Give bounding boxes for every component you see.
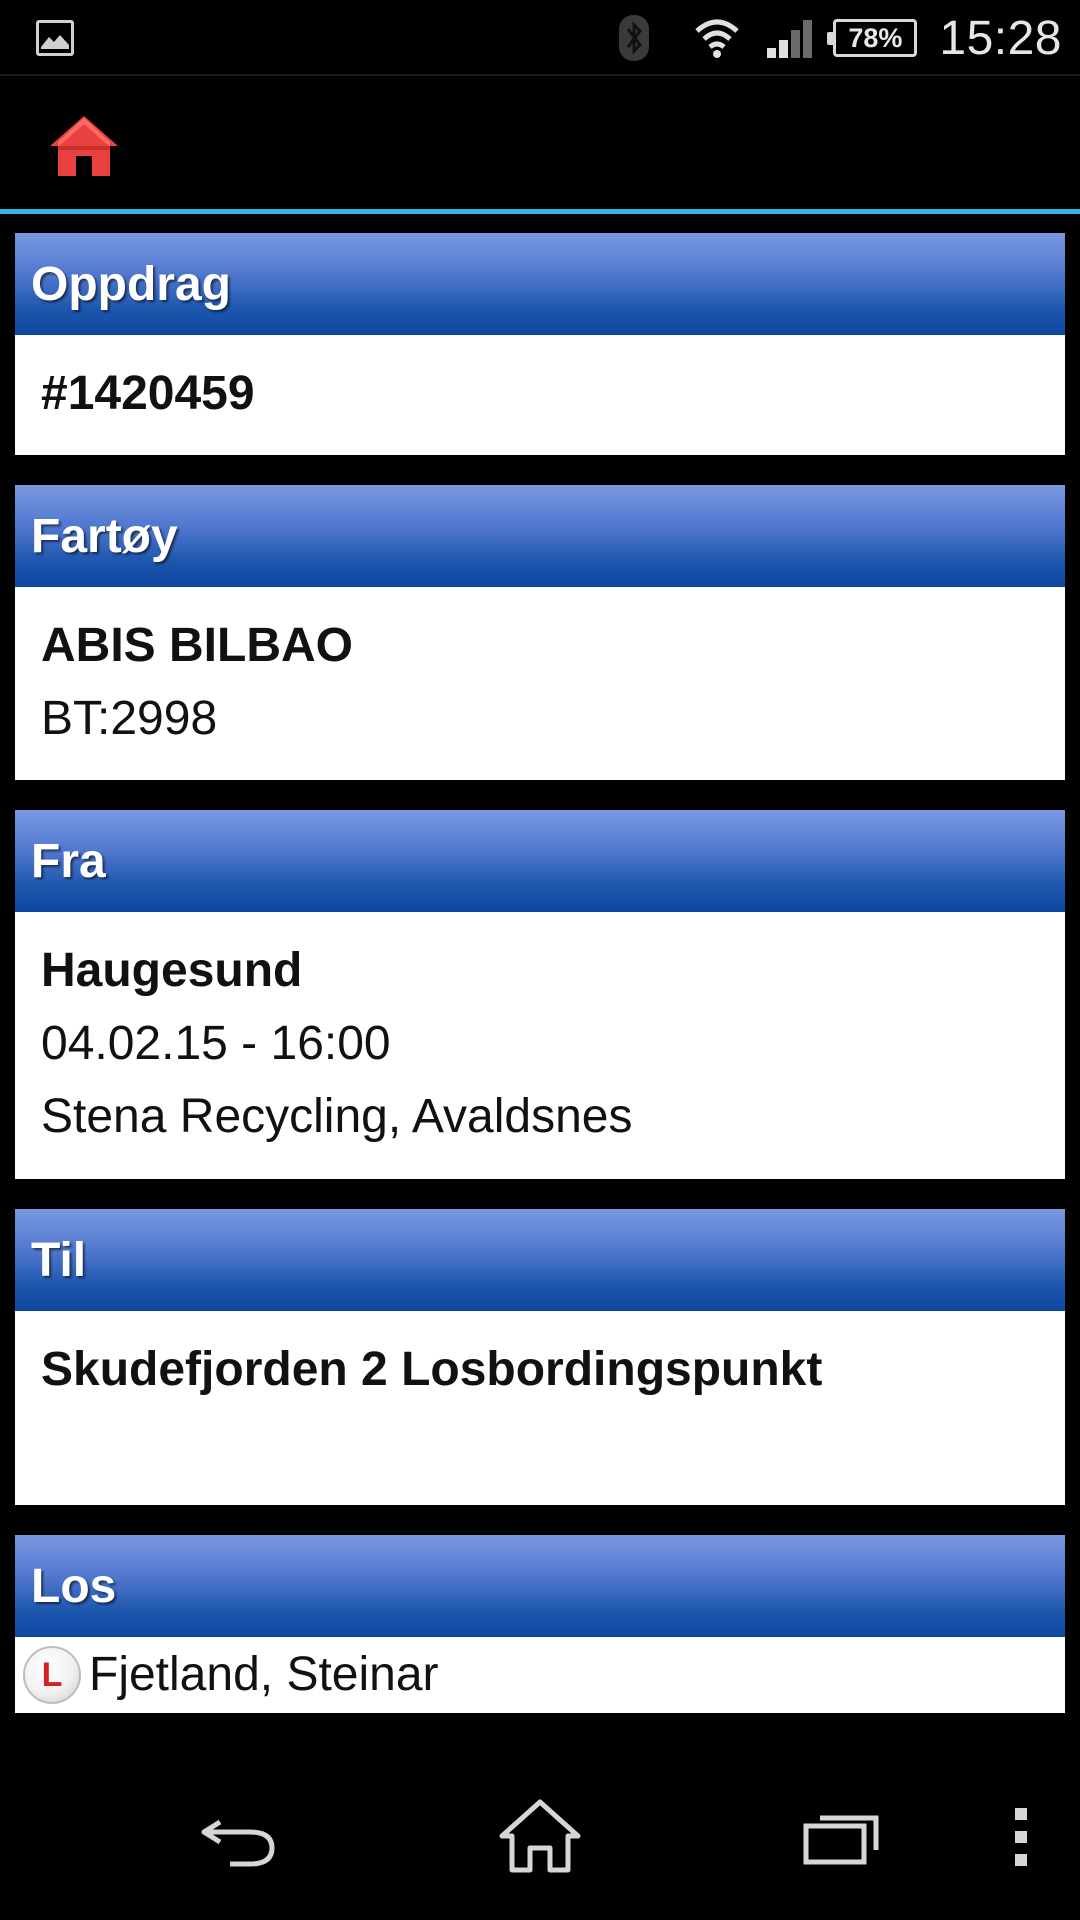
to-location: Skudefjorden 2 Losbordingspunkt <box>41 1343 823 1396</box>
section-fartoy: Fartøy ABIS BILBAO BT:2998 <box>15 485 1065 780</box>
action-bar <box>0 78 1080 214</box>
pilot-row[interactable]: L Fjetland, Steinar <box>15 1637 1065 1713</box>
pilot-name: Fjetland, Steinar <box>89 1648 439 1701</box>
from-location: Haugesund <box>41 944 303 997</box>
gallery-icon <box>36 20 74 56</box>
section-oppdrag: Oppdrag #1420459 <box>15 233 1065 455</box>
recent-apps-icon[interactable] <box>802 1808 882 1866</box>
pilot-badge-letter: L <box>41 1656 63 1694</box>
navigation-bar <box>0 1752 1080 1920</box>
section-header-fartoy: Fartøy <box>15 485 1065 587</box>
from-datetime: 04.02.15 - 16:00 <box>41 1017 391 1070</box>
menu-icon[interactable] <box>1010 1804 1032 1870</box>
section-body-til[interactable]: Skudefjorden 2 Losbordingspunkt <box>15 1311 1065 1505</box>
home-nav-icon[interactable] <box>498 1798 582 1874</box>
pilot-badge-icon: L <box>23 1646 81 1704</box>
bluetooth-icon <box>619 15 650 61</box>
battery-percent: 78% <box>848 22 903 53</box>
signal-icon <box>767 20 813 58</box>
section-body-fartoy[interactable]: ABIS BILBAO BT:2998 <box>15 587 1065 780</box>
section-los: Los L Fjetland, Steinar <box>15 1535 1065 1713</box>
battery-icon: 78% <box>827 19 918 57</box>
section-header-los: Los <box>15 1535 1065 1637</box>
section-fra: Fra Haugesund 04.02.15 - 16:00 Stena Rec… <box>15 810 1065 1179</box>
home-icon[interactable] <box>48 114 120 178</box>
status-bar: 78% 15:28 <box>0 0 1080 76</box>
assignment-number: #1420459 <box>41 367 255 420</box>
section-header-oppdrag: Oppdrag <box>15 233 1065 335</box>
section-header-til: Til <box>15 1209 1065 1311</box>
vessel-name: ABIS BILBAO <box>41 619 353 672</box>
section-header-fra: Fra <box>15 810 1065 912</box>
wifi-icon <box>695 19 740 58</box>
back-icon[interactable] <box>200 1810 280 1870</box>
from-place: Stena Recycling, Avaldsnes <box>41 1090 633 1143</box>
section-til: Til Skudefjorden 2 Losbordingspunkt <box>15 1209 1065 1505</box>
vessel-tonnage: BT:2998 <box>41 692 218 745</box>
section-body-oppdrag[interactable]: #1420459 <box>15 335 1065 455</box>
assignment-details: Oppdrag #1420459 Fartøy ABIS BILBAO BT:2… <box>15 233 1065 1713</box>
status-clock: 15:28 <box>939 11 1062 65</box>
section-body-fra[interactable]: Haugesund 04.02.15 - 16:00 Stena Recycli… <box>15 912 1065 1179</box>
